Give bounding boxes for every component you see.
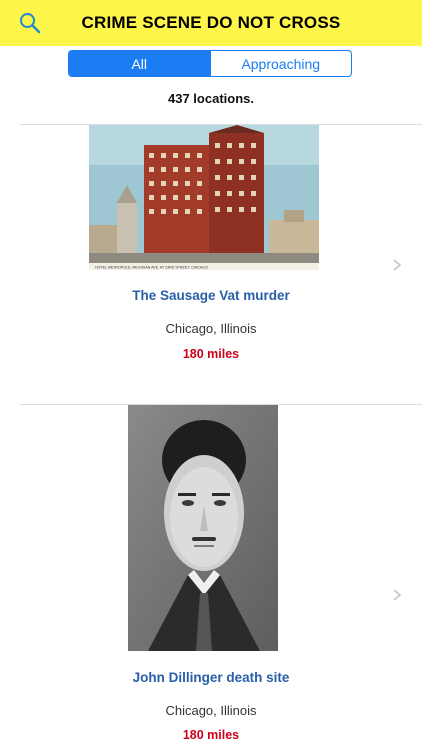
filter-segmented-control: All Approaching	[68, 50, 352, 77]
location-place: Chicago, Illinois	[165, 703, 257, 718]
filter-all-tab[interactable]: All	[69, 51, 210, 76]
location-photo	[128, 405, 278, 651]
location-distance: 180 miles	[182, 347, 240, 361]
photo-caption: HOTEL METROPOLE, MICHIGAN AVE. AT 23RD S…	[95, 266, 208, 270]
list-item-dillinger[interactable]: John Dillinger death site Chicago, Illin…	[0, 405, 422, 750]
location-distance: 180 miles	[182, 728, 240, 742]
location-title[interactable]: John Dillinger death site	[0, 670, 422, 685]
location-title[interactable]: The Sausage Vat murder	[0, 288, 422, 303]
filter-approaching-tab[interactable]: Approaching	[209, 51, 352, 76]
location-count: 437 locations.	[168, 91, 254, 106]
location-photo: HOTEL METROPOLE, MICHIGAN AVE. AT 23RD S…	[89, 125, 319, 270]
page-title: CRIME SCENE DO NOT CROSS	[81, 13, 341, 32]
list-item-sausage-vat[interactable]: HOTEL METROPOLE, MICHIGAN AVE. AT 23RD S…	[0, 125, 422, 404]
chevron-right-icon	[390, 258, 404, 272]
app-header: CRIME SCENE DO NOT CROSS	[0, 0, 422, 46]
location-place: Chicago, Illinois	[165, 321, 257, 336]
chevron-right-icon	[390, 588, 404, 602]
